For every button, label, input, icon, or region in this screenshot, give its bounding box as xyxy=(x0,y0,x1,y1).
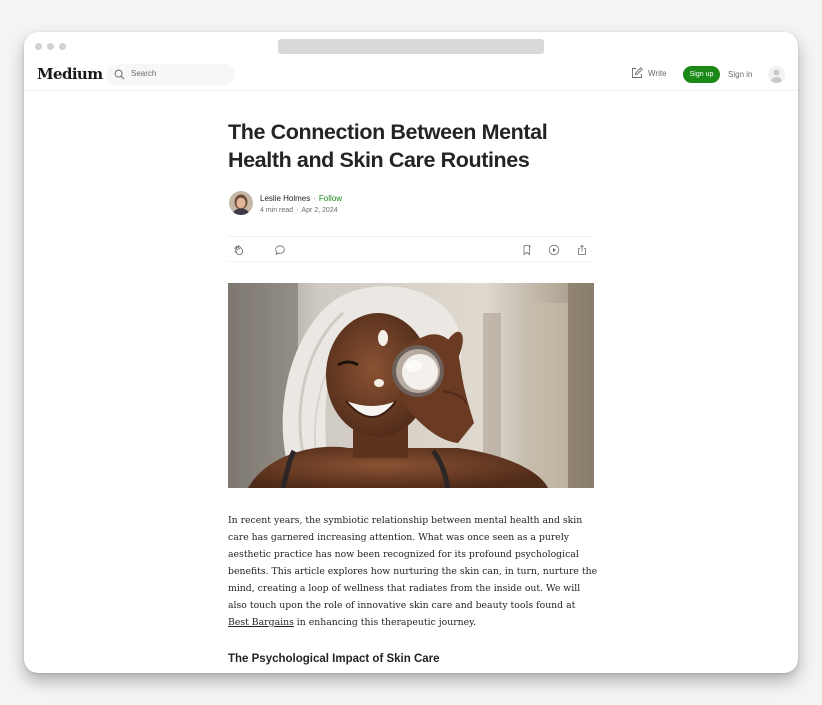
paragraph-text: In recent years, the symbiotic relations… xyxy=(228,515,598,611)
read-time: 4 min read xyxy=(260,207,294,214)
bookmark-icon[interactable] xyxy=(521,244,533,256)
section-heading: The Psychological Impact of Skin Care xyxy=(228,653,440,665)
search-icon xyxy=(114,69,125,80)
separator: · xyxy=(313,194,316,203)
medium-logo[interactable]: Medium xyxy=(37,65,103,83)
address-bar[interactable] xyxy=(278,39,544,54)
article-paragraph: In recent years, the symbiotic relations… xyxy=(228,512,598,631)
browser-window: Medium Search Write Sign up Sign in The … xyxy=(24,32,798,673)
play-icon[interactable] xyxy=(548,244,560,256)
sign-up-button[interactable]: Sign up xyxy=(683,66,720,83)
author-avatar[interactable] xyxy=(229,191,253,215)
window-controls xyxy=(35,43,66,50)
search-input[interactable]: Search xyxy=(106,64,235,85)
sign-in-link[interactable]: Sign in xyxy=(728,70,752,79)
paragraph-tail: in enhancing this therapeutic journey. xyxy=(293,617,477,628)
write-icon xyxy=(632,67,643,78)
author-line: Leslie Holmes · Follow xyxy=(260,194,342,203)
best-bargains-link[interactable]: Best Bargains xyxy=(228,617,294,628)
article-title: The Connection Between Mental Health and… xyxy=(228,120,548,172)
window-dot[interactable] xyxy=(47,43,54,50)
write-button[interactable]: Write xyxy=(631,67,667,79)
article-action-bar xyxy=(228,236,594,262)
publish-date: Apr 2, 2024 xyxy=(301,207,338,214)
author-name[interactable]: Leslie Holmes xyxy=(260,194,310,203)
hero-image xyxy=(228,283,594,488)
search-placeholder: Search xyxy=(131,69,157,78)
article-meta: 4 min read · Apr 2, 2024 xyxy=(260,207,338,214)
write-label: Write xyxy=(648,68,667,78)
window-dot[interactable] xyxy=(35,43,42,50)
separator: · xyxy=(296,207,299,214)
site-header: Medium Search Write Sign up Sign in xyxy=(24,60,798,91)
share-icon[interactable] xyxy=(576,244,588,256)
comment-icon[interactable] xyxy=(274,244,286,256)
user-avatar-icon[interactable] xyxy=(768,66,785,83)
window-dot[interactable] xyxy=(59,43,66,50)
follow-button[interactable]: Follow xyxy=(319,194,342,203)
clap-icon[interactable] xyxy=(233,244,245,256)
